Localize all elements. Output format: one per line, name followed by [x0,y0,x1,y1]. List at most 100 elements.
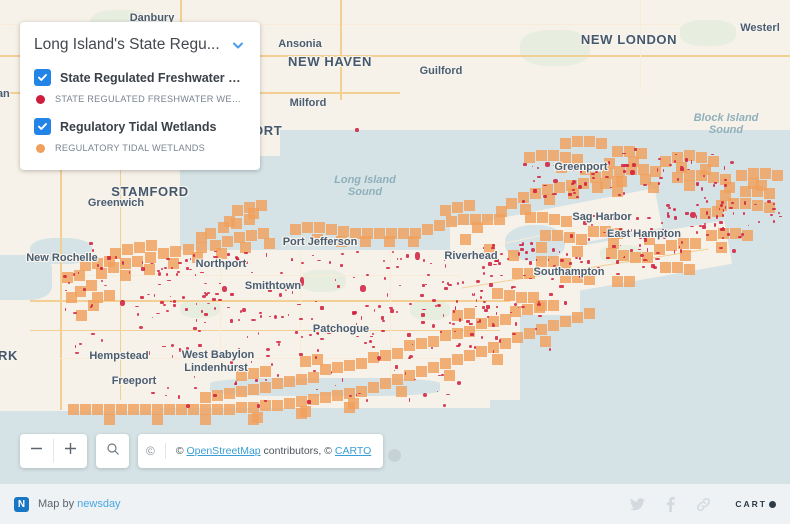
checkbox-tidal-wetlands[interactable] [34,118,51,135]
freshwater-wetland-mark [488,262,493,266]
freshwater-wetland-mark [82,288,87,291]
freshwater-wetland-mark [155,312,160,314]
link-icon[interactable] [696,497,711,512]
tidal-wetland-tile [524,328,535,339]
freshwater-wetland-mark [242,308,246,312]
tidal-wetland-tile [690,238,701,249]
carto-logo[interactable]: CART [735,499,776,509]
tidal-wetland-tile [434,220,445,231]
tidal-wetland-tile [612,146,623,157]
freshwater-wetland-mark [148,351,150,355]
tidal-wetland-tile [666,240,677,251]
map-label: Long Island [334,174,396,186]
facebook-icon[interactable] [663,496,678,512]
attribution-copyright-icon[interactable]: © [146,444,155,458]
freshwater-wetland-mark [621,164,625,168]
freshwater-wetland-mark [720,203,723,207]
freshwater-wetland-mark [369,339,373,343]
freshwater-wetland-mark [536,166,539,170]
tidal-wetland-tile [446,216,457,227]
freshwater-wetland-mark [254,379,259,383]
freshwater-wetland-mark [580,261,583,263]
freshwater-wetland-mark [177,270,180,273]
tidal-wetland-tile [240,242,251,253]
freshwater-wetland-mark [370,335,373,338]
freshwater-wetland-mark [483,308,488,312]
tidal-wetland-tile [200,414,211,425]
checkbox-freshwater-wetlands[interactable] [34,69,51,86]
freshwater-wetland-mark [549,292,554,297]
map-canvas[interactable]: Danbury Ansonia NEW HAVEN Guilford NEW LONDO… [0,0,790,484]
map-label: Milford [289,97,327,109]
plus-icon [64,442,77,460]
freshwater-wetland-mark [121,260,124,265]
tidal-wetland-tile [92,404,103,415]
openstreetmap-link[interactable]: OpenStreetMap [187,445,261,457]
tidal-wetland-tile [540,336,551,347]
freshwater-wetland-mark [573,191,576,194]
freshwater-wetland-mark [170,343,175,347]
tidal-wetland-tile [300,356,311,367]
tidal-wetland-tile [104,414,115,425]
tidal-wetland-tile [272,400,283,411]
zoom-in-button[interactable] [54,434,87,468]
freshwater-wetland-mark [184,258,188,263]
tidal-wetland-tile [68,404,79,415]
freshwater-wetland-mark [372,346,375,348]
freshwater-wetland-mark [696,203,700,207]
freshwater-wetland-mark [530,242,533,246]
freshwater-wetland-mark [151,316,154,318]
legend-layer-row-freshwater[interactable]: State Regulated Freshwater We... [20,64,260,91]
tidal-wetland-tile [404,340,415,351]
freshwater-wetland-mark [101,279,104,282]
freshwater-wetland-mark [340,253,344,256]
attribution-middle: contributors, © [260,445,335,457]
legend-layer-row-tidal[interactable]: Regulatory Tidal Wetlands [20,113,260,140]
freshwater-wetland-mark [673,160,676,163]
freshwater-wetland-mark [623,191,625,196]
freshwater-wetland-mark [468,344,472,348]
freshwater-wetland-mark [569,234,574,238]
freshwater-wetland-mark [538,315,542,318]
map-application: Danbury Ansonia NEW HAVEN Guilford NEW LONDO… [0,0,790,524]
tidal-wetland-tile [496,206,507,217]
tidal-wetland-tile [320,364,331,375]
carto-link[interactable]: CARTO [335,445,371,457]
search-icon [106,442,120,461]
freshwater-wetland-mark [606,257,610,260]
tidal-wetland-tile [458,214,469,225]
chevron-down-icon[interactable] [230,37,246,53]
freshwater-wetland-mark [732,249,736,254]
freshwater-wetland-mark [511,285,516,288]
freshwater-wetland-mark [263,400,268,402]
freshwater-wetland-mark [423,258,425,263]
tidal-wetland-tile [196,232,207,243]
freshwater-wetland-mark [226,307,230,309]
freshwater-wetland-mark [298,353,303,356]
map-label: NEW LONDON [580,32,678,47]
freshwater-wetland-mark [553,179,558,183]
tidal-wetland-tile [152,414,163,425]
carto-logo-text: CART [735,499,767,509]
tidal-wetland-tile [326,224,337,235]
freshwater-wetland-mark [237,318,240,321]
map-label: Guilford [419,65,463,77]
freshwater-wetland-mark [172,300,177,303]
freshwater-wetland-mark [684,211,689,216]
freshwater-wetland-mark [456,344,461,347]
zoom-out-button[interactable] [20,434,53,468]
freshwater-wetland-mark [720,227,725,231]
twitter-icon[interactable] [630,497,646,512]
tidal-wetland-tile [720,190,731,201]
tidal-wetland-tile [224,216,235,227]
search-button[interactable] [96,434,129,468]
map-label: Northport [195,258,247,270]
map-label: NEW HAVEN [288,54,372,69]
tidal-wetland-tile [224,388,235,399]
freshwater-wetland-mark [489,275,494,277]
tidal-wetland-tile [246,230,257,241]
freshwater-wetland-mark [315,355,317,360]
publisher-link[interactable]: newsday [77,498,120,510]
freshwater-wetland-mark [729,161,735,164]
map-label: Hempstead [89,350,149,362]
